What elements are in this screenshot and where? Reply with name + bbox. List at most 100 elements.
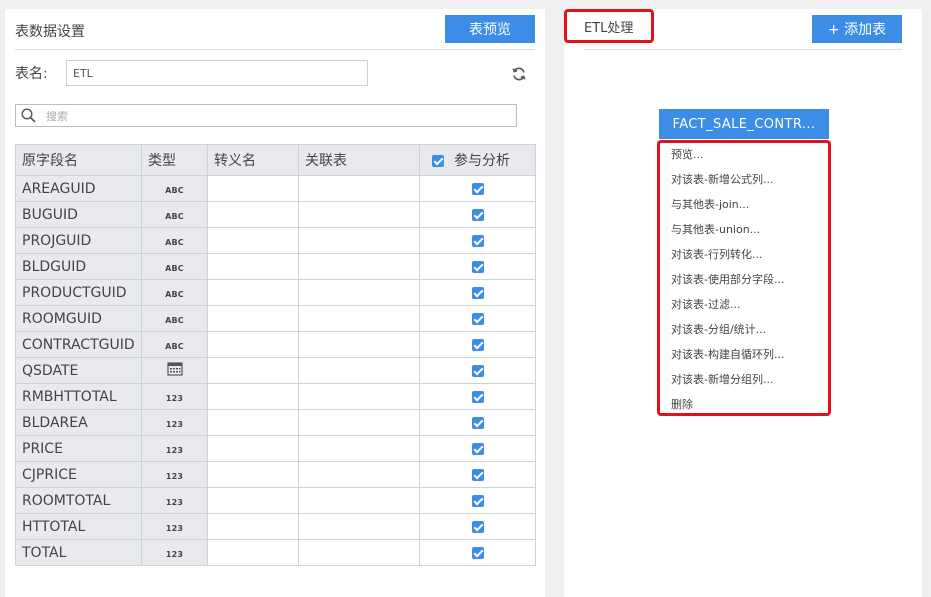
analysis-checkbox[interactable] bbox=[471, 260, 484, 273]
alias-cell[interactable] bbox=[207, 175, 299, 202]
analysis-cell bbox=[419, 513, 536, 540]
alias-cell[interactable] bbox=[207, 513, 299, 540]
field-type-cell[interactable]: ABC bbox=[141, 305, 208, 332]
alias-cell[interactable] bbox=[207, 331, 299, 358]
field-type-cell[interactable]: 123 bbox=[141, 539, 208, 566]
analysis-checkbox[interactable] bbox=[471, 286, 484, 299]
linked-table-cell[interactable] bbox=[298, 305, 420, 332]
alias-cell[interactable] bbox=[207, 409, 299, 436]
field-type-cell[interactable]: 123 bbox=[141, 513, 208, 540]
field-type-cell[interactable]: ABC bbox=[141, 175, 208, 202]
linked-table-cell[interactable] bbox=[298, 253, 420, 280]
tab-etl-processing[interactable]: ETL处理 bbox=[564, 9, 654, 43]
field-type-cell[interactable]: 123 bbox=[141, 461, 208, 488]
menu-item[interactable]: 对该表-使用部分字段... bbox=[671, 271, 784, 287]
analysis-checkbox[interactable] bbox=[471, 494, 484, 507]
alias-cell[interactable] bbox=[207, 487, 299, 514]
menu-item[interactable]: 对该表-新增分组列... bbox=[671, 371, 773, 387]
refresh-icon[interactable] bbox=[511, 66, 527, 82]
alias-cell[interactable] bbox=[207, 383, 299, 410]
field-type-cell[interactable]: 123 bbox=[141, 409, 208, 436]
menu-item[interactable]: 删除 bbox=[671, 396, 693, 412]
alias-cell[interactable] bbox=[207, 305, 299, 332]
menu-item[interactable]: 对该表-新增公式列... bbox=[671, 171, 773, 187]
analysis-checkbox[interactable] bbox=[471, 182, 484, 195]
alias-cell[interactable] bbox=[207, 227, 299, 254]
linked-table-cell[interactable] bbox=[298, 409, 420, 436]
menu-item[interactable]: 预览... bbox=[671, 146, 704, 162]
number-type-badge: 123 bbox=[165, 419, 184, 429]
search-icon bbox=[21, 108, 36, 123]
text-type-badge: ABC bbox=[165, 341, 184, 351]
linked-table-cell[interactable] bbox=[298, 461, 420, 488]
analysis-checkbox[interactable] bbox=[471, 338, 484, 351]
field-type-cell[interactable]: ABC bbox=[141, 201, 208, 228]
field-name-cell: CJPRICE bbox=[15, 461, 142, 488]
linked-table-cell[interactable] bbox=[298, 383, 420, 410]
table-preview-button[interactable]: 表预览 bbox=[445, 15, 535, 43]
linked-table-cell[interactable] bbox=[298, 331, 420, 358]
text-type-badge: ABC bbox=[165, 263, 184, 273]
field-type-cell[interactable]: ABC bbox=[141, 253, 208, 280]
select-all-checkbox[interactable] bbox=[432, 155, 444, 167]
analysis-checkbox[interactable] bbox=[471, 546, 484, 559]
linked-table-cell[interactable] bbox=[298, 227, 420, 254]
analysis-checkbox[interactable] bbox=[471, 364, 484, 377]
table-row: PRICE 123 bbox=[15, 435, 536, 462]
alias-cell[interactable] bbox=[207, 539, 299, 566]
field-name-cell: BLDGUID bbox=[15, 253, 142, 280]
analysis-checkbox[interactable] bbox=[471, 468, 484, 481]
linked-table-cell[interactable] bbox=[298, 539, 420, 566]
analysis-cell bbox=[419, 435, 536, 462]
linked-table-cell[interactable] bbox=[298, 279, 420, 306]
table-context-menu: 预览... 对该表-新增公式列... 与其他表-join... 与其他表-union.… bbox=[657, 140, 831, 416]
analysis-checkbox[interactable] bbox=[471, 208, 484, 221]
menu-item[interactable]: 对该表-过滤... bbox=[671, 296, 740, 312]
linked-table-cell[interactable] bbox=[298, 201, 420, 228]
table-node-button[interactable]: FACT_SALE_CONTR... bbox=[659, 109, 829, 139]
menu-item[interactable]: 对该表-构建自循环列... bbox=[671, 346, 784, 362]
analysis-checkbox[interactable] bbox=[471, 520, 484, 533]
menu-item[interactable]: 对该表-分组/统计... bbox=[671, 321, 766, 337]
menu-item[interactable]: 与其他表-join... bbox=[671, 196, 749, 212]
search-placeholder: 搜索 bbox=[46, 109, 68, 123]
linked-table-cell[interactable] bbox=[298, 175, 420, 202]
table-name-input[interactable]: ETL bbox=[66, 60, 368, 86]
linked-table-cell[interactable] bbox=[298, 435, 420, 462]
alias-cell[interactable] bbox=[207, 253, 299, 280]
analysis-checkbox[interactable] bbox=[471, 390, 484, 403]
menu-item[interactable]: 与其他表-union... bbox=[671, 221, 760, 237]
linked-table-cell[interactable] bbox=[298, 487, 420, 514]
analysis-cell bbox=[419, 409, 536, 436]
linked-table-cell[interactable] bbox=[298, 357, 420, 384]
analysis-cell bbox=[419, 357, 536, 384]
add-table-button[interactable]: + 添加表 bbox=[812, 15, 902, 43]
linked-table-cell[interactable] bbox=[298, 513, 420, 540]
analysis-checkbox[interactable] bbox=[471, 442, 484, 455]
text-type-badge: ABC bbox=[165, 237, 184, 247]
search-input[interactable]: 搜索 bbox=[15, 104, 517, 127]
field-type-cell[interactable]: 123 bbox=[141, 435, 208, 462]
col-header-analysis: 参与分析 bbox=[419, 144, 536, 176]
analysis-checkbox[interactable] bbox=[471, 234, 484, 247]
alias-cell[interactable] bbox=[207, 357, 299, 384]
alias-cell[interactable] bbox=[207, 201, 299, 228]
alias-cell[interactable] bbox=[207, 461, 299, 488]
table-row: ROOMGUID ABC bbox=[15, 305, 536, 332]
field-type-cell[interactable] bbox=[141, 357, 208, 384]
field-type-cell[interactable]: ABC bbox=[141, 331, 208, 358]
field-name-cell: PRODUCTGUID bbox=[15, 279, 142, 306]
field-type-cell[interactable]: ABC bbox=[141, 227, 208, 254]
field-type-cell[interactable]: ABC bbox=[141, 279, 208, 306]
field-type-cell[interactable]: 123 bbox=[141, 383, 208, 410]
field-type-cell[interactable]: 123 bbox=[141, 487, 208, 514]
table-row: TOTAL 123 bbox=[15, 539, 536, 566]
analysis-checkbox[interactable] bbox=[471, 312, 484, 325]
table-row: BLDAREA 123 bbox=[15, 409, 536, 436]
menu-item[interactable]: 对该表-行列转化... bbox=[671, 246, 762, 262]
alias-cell[interactable] bbox=[207, 279, 299, 306]
alias-cell[interactable] bbox=[207, 435, 299, 462]
field-name-cell: HTTOTAL bbox=[15, 513, 142, 540]
analysis-checkbox[interactable] bbox=[471, 416, 484, 429]
analysis-cell bbox=[419, 487, 536, 514]
